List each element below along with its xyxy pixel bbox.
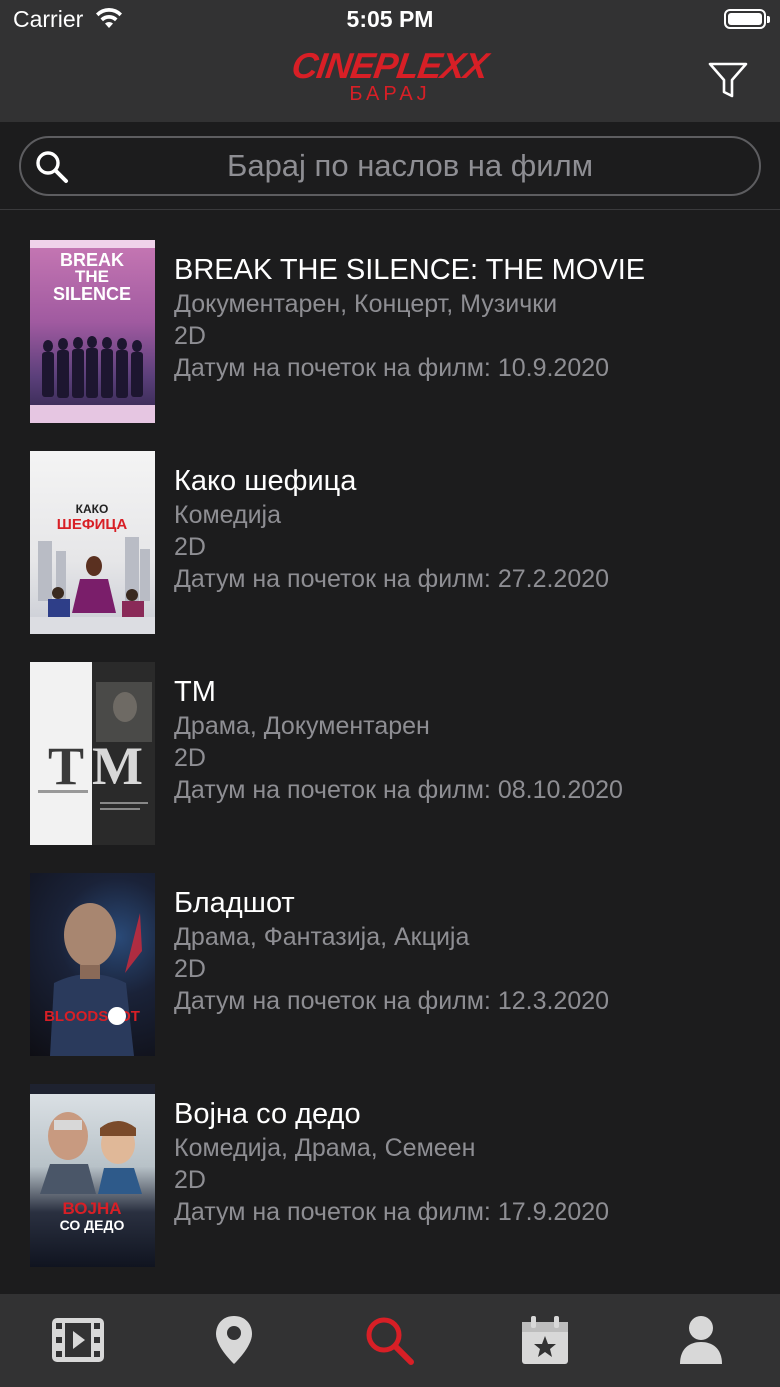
filter-button[interactable] — [706, 58, 750, 102]
movie-list: BREAK THE SILENCE BREAK THE SILENCE: THE… — [0, 211, 780, 1294]
movie-start-date: Датум на почеток на филм: 17.9.2020 — [174, 1198, 610, 1226]
svg-text:ВОЈНА: ВОЈНА — [62, 1199, 121, 1218]
tab-movies[interactable] — [48, 1312, 108, 1368]
movie-info: Бладшот Драма, Фантазија, Акција 2D Дату… — [174, 885, 760, 1017]
tab-search[interactable] — [359, 1312, 419, 1368]
movie-poster: ВОЈНА СО ДЕДО — [30, 1084, 155, 1267]
tab-profile[interactable] — [671, 1312, 731, 1368]
battery-icon — [724, 9, 770, 29]
calendar-star-icon — [522, 1316, 568, 1364]
movie-start-date: Датум на почеток на филм: 27.2.2020 — [174, 565, 610, 593]
movie-genres: Драма, Документарен — [174, 712, 430, 740]
movie-info: TM Драма, Документарен 2D Датум на почет… — [174, 674, 760, 806]
movie-title: Војна со дедо — [174, 1098, 361, 1130]
cineplexx-logo: CINEPLEXX БАРАЈ — [0, 45, 780, 105]
filter-icon — [708, 62, 748, 98]
movie-format: 2D — [174, 533, 206, 561]
movie-row[interactable]: BREAK THE SILENCE BREAK THE SILENCE: THE… — [0, 211, 780, 423]
tab-bar — [0, 1294, 780, 1387]
svg-text:T: T — [48, 736, 84, 796]
movie-genres: Документарен, Концерт, Музички — [174, 290, 558, 318]
logo-brand: CINEPLEXX — [289, 45, 491, 86]
svg-text:SILENCE: SILENCE — [53, 284, 131, 304]
movie-poster: КАКО ШЕФИЦА — [30, 451, 155, 634]
movie-genres: Комедија, Драма, Семеен — [174, 1134, 476, 1162]
status-bar: Carrier 5:05 PM — [0, 0, 780, 40]
movie-info: Како шефица Комедија 2D Датум на почеток… — [174, 463, 760, 595]
movie-row[interactable]: ВОЈНА СО ДЕДО Војна со дедо Комедија, Др… — [0, 1055, 780, 1267]
search-icon — [366, 1317, 414, 1365]
svg-text:СО ДЕДО: СО ДЕДО — [60, 1217, 125, 1233]
movie-start-date: Датум на почеток на филм: 10.9.2020 — [174, 354, 610, 382]
movie-title: TM — [174, 676, 216, 708]
svg-text:КАКО: КАКО — [76, 502, 109, 516]
movie-start-date: Датум на почеток на филм: 12.3.2020 — [174, 987, 610, 1015]
movie-format: 2D — [174, 322, 206, 350]
movie-genres: Драма, Фантазија, Акција — [174, 923, 470, 951]
movie-row[interactable]: T M TM Драма, Документарен 2D Датум на п… — [0, 633, 780, 845]
page-title: БАРАЈ — [349, 83, 431, 105]
search-icon — [36, 151, 68, 183]
location-pin-icon — [216, 1316, 252, 1364]
movie-genres: Комедија — [174, 501, 282, 529]
nav-bar: CINEPLEXX БАРАЈ — [0, 40, 780, 122]
tab-schedule[interactable] — [515, 1312, 575, 1368]
film-icon — [52, 1318, 104, 1362]
svg-text:M: M — [92, 736, 143, 796]
movie-format: 2D — [174, 744, 206, 772]
movie-row[interactable]: BLOODSHOT Бладшот Драма, Фантазија, Акци… — [0, 844, 780, 1056]
search-input[interactable] — [81, 138, 739, 194]
movie-row[interactable]: КАКО ШЕФИЦА Како шефица Комедија 2D Дату… — [0, 422, 780, 634]
movie-title: BREAK THE SILENCE: THE MOVIE — [174, 254, 646, 286]
search-area — [0, 122, 780, 210]
movie-start-date: Датум на почеток на филм: 08.10.2020 — [174, 776, 623, 804]
search-field[interactable] — [19, 136, 761, 196]
user-icon — [680, 1316, 722, 1364]
movie-title: Бладшот — [174, 887, 295, 919]
status-time: 5:05 PM — [346, 6, 434, 32]
movie-poster: T M — [30, 662, 155, 845]
movie-format: 2D — [174, 955, 206, 983]
movie-title: Како шефица — [174, 465, 357, 497]
movie-info: Војна со дедо Комедија, Драма, Семеен 2D… — [174, 1096, 760, 1228]
movie-poster: BREAK THE SILENCE — [30, 240, 155, 423]
tab-locations[interactable] — [204, 1312, 264, 1368]
movie-format: 2D — [174, 1166, 206, 1194]
svg-text:ШЕФИЦА: ШЕФИЦА — [57, 516, 128, 533]
movie-poster: BLOODSHOT — [30, 873, 155, 1056]
movie-info: BREAK THE SILENCE: THE MOVIE Документаре… — [174, 252, 760, 384]
